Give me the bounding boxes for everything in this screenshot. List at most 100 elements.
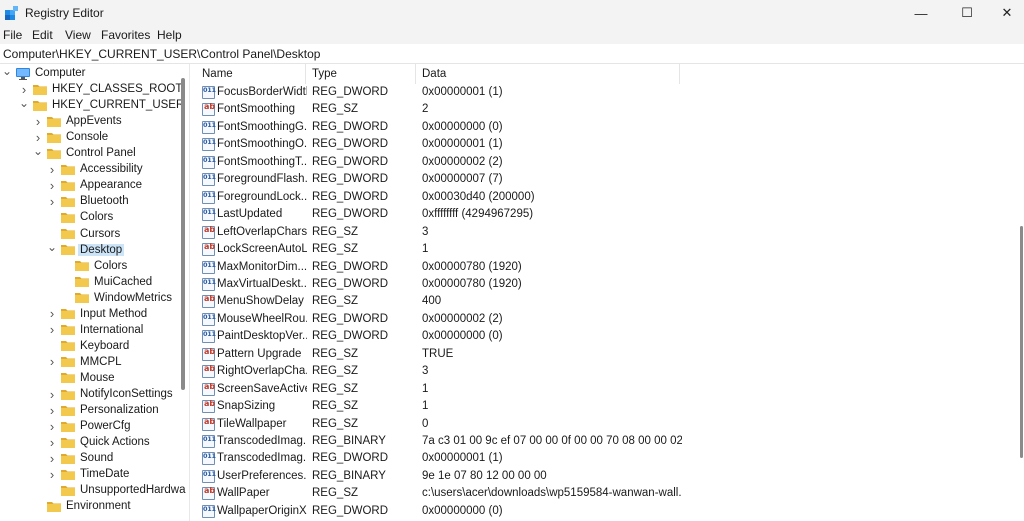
value-row[interactable]: SnapSizing REG_SZ 1: [196, 398, 1024, 416]
tree-item-accessibility[interactable]: › Accessibility: [47, 161, 143, 177]
binary-value-icon: [202, 260, 216, 274]
value-row[interactable]: LockScreenAutoL... REG_SZ 1: [196, 241, 1024, 259]
tree-item-mmcpl[interactable]: › MMCPL: [47, 354, 122, 370]
menu-edit[interactable]: Edit: [32, 28, 53, 42]
chevron-right-icon[interactable]: ›: [47, 177, 57, 193]
menu-file[interactable]: File: [3, 28, 22, 42]
value-row[interactable]: ForegroundLock... REG_DWORD 0x00030d40 (20…: [196, 189, 1024, 207]
binary-value-icon: [202, 435, 216, 448]
tree-item-label: Console: [66, 131, 109, 144]
value-row[interactable]: MaxMonitorDim... REG_DWORD 0x00000780 (192…: [196, 259, 1024, 277]
chevron-right-icon[interactable]: ›: [47, 386, 57, 402]
pane-splitter[interactable]: [189, 64, 195, 521]
chevron-right-icon[interactable]: ›: [47, 402, 57, 418]
value-row[interactable]: FontSmoothingG... REG_DWORD 0x00000000 (0): [196, 119, 1024, 137]
value-name: LastUpdated: [217, 208, 283, 221]
values-scrollbar[interactable]: [1020, 226, 1023, 458]
tree-item-appevents[interactable]: › AppEvents: [33, 113, 122, 129]
value-row[interactable]: FontSmoothing REG_SZ 2: [196, 101, 1024, 119]
chevron-right-icon[interactable]: ›: [47, 418, 57, 434]
chevron-right-icon[interactable]: ›: [47, 161, 57, 177]
tree-item-quick-actions[interactable]: › Quick Actions: [47, 434, 150, 450]
value-row[interactable]: TranscodedImag... REG_BINARY 7a c3 01 00 9…: [196, 433, 1024, 451]
tree-item-input-method[interactable]: › Input Method: [47, 306, 147, 322]
column-header-data[interactable]: Data: [416, 64, 680, 84]
value-data: 3: [422, 365, 429, 378]
value-type: REG_SZ: [312, 365, 359, 378]
value-name: FontSmoothingT...: [217, 155, 307, 168]
value-row[interactable]: TranscodedImag... REG_DWORD 0x00000001 (1): [196, 450, 1024, 468]
chevron-right-icon[interactable]: ›: [47, 450, 57, 466]
value-row[interactable]: TileWallpaper REG_SZ 0: [196, 416, 1024, 434]
value-row[interactable]: LeftOverlapChars REG_SZ 3: [196, 224, 1024, 242]
menu-view[interactable]: View: [65, 28, 91, 42]
value-row[interactable]: MouseWheelRou... REG_DWORD 0x00000002 (2): [196, 311, 1024, 329]
tree-item-unsupportedhardwa[interactable]: UnsupportedHardwa: [47, 482, 185, 498]
chevron-down-icon[interactable]: ⌄: [33, 143, 43, 159]
tree-item-international[interactable]: › International: [47, 322, 143, 338]
value-type: REG_SZ: [312, 347, 359, 360]
tree-item-powercfg[interactable]: › PowerCfg: [47, 418, 131, 434]
tree-item-control-panel[interactable]: ⌄ Control Panel: [33, 143, 136, 161]
value-row[interactable]: ScreenSaveActive REG_SZ 1: [196, 381, 1024, 399]
value-row[interactable]: UserPreferences... REG_BINARY 9e 1e 07 80 …: [196, 468, 1024, 486]
value-data: 3: [422, 225, 429, 238]
tree-item-environment[interactable]: Environment: [33, 498, 131, 514]
tree-item-personalization[interactable]: › Personalization: [47, 402, 159, 418]
value-row[interactable]: ForegroundFlash... REG_DWORD 0x00000007 (7…: [196, 171, 1024, 189]
tree-item-timedate[interactable]: › TimeDate: [47, 466, 130, 482]
tree-item-hkey-classes-root[interactable]: › HKEY_CLASSES_ROOT: [19, 81, 183, 97]
value-row[interactable]: MenuShowDelay REG_SZ 400: [196, 293, 1024, 311]
tree-item-muicached[interactable]: MuiCached: [61, 274, 152, 290]
tree-item-label: Desktop: [78, 243, 125, 256]
menu-help[interactable]: Help: [157, 28, 182, 42]
chevron-down-icon[interactable]: ⌄: [19, 95, 29, 111]
value-row[interactable]: FocusBorderWidth REG_DWORD 0x00000001 (1): [196, 84, 1024, 102]
values-list[interactable]: Name Type Data FocusBorderWidth REG_DWORD…: [196, 64, 1024, 521]
value-row[interactable]: WallPaper REG_SZ c:\users\acer\downloads\w…: [196, 485, 1024, 503]
tree-item-sound[interactable]: › Sound: [47, 450, 113, 466]
tree-item-console[interactable]: › Console: [33, 129, 108, 145]
value-row[interactable]: RightOverlapCha... REG_SZ 3: [196, 363, 1024, 381]
tree-item-colors[interactable]: Colors: [47, 209, 113, 225]
value-row[interactable]: FontSmoothingT... REG_DWORD 0x00000002 (2): [196, 154, 1024, 172]
chevron-down-icon[interactable]: ⌄: [2, 64, 12, 79]
value-row[interactable]: PaintDesktopVer... REG_DWORD 0x00000000 (0…: [196, 328, 1024, 346]
tree-item-colors[interactable]: Colors: [61, 258, 127, 274]
value-row[interactable]: WallpaperOriginX REG_DWORD 0x00000000 (0): [196, 503, 1024, 521]
tree-item-appearance[interactable]: › Appearance: [47, 177, 142, 193]
tree-item-mouse[interactable]: Mouse: [47, 370, 115, 386]
chevron-right-icon[interactable]: ›: [47, 466, 57, 482]
minimize-button[interactable]: —: [898, 0, 944, 26]
value-row[interactable]: FontSmoothingO... REG_DWORD 0x00000001 (1): [196, 136, 1024, 154]
value-row[interactable]: MaxVirtualDeskt... REG_DWORD 0x00000780 (1…: [196, 276, 1024, 294]
tree-item-label: Computer: [35, 67, 86, 79]
column-header-type[interactable]: Type: [306, 64, 416, 84]
column-header-name[interactable]: Name: [196, 64, 306, 84]
address-bar[interactable]: Computer\HKEY_CURRENT_USER\Control Panel…: [0, 44, 1024, 64]
value-row[interactable]: Pattern Upgrade REG_SZ TRUE: [196, 346, 1024, 364]
tree-item-windowmetrics[interactable]: WindowMetrics: [61, 290, 172, 306]
chevron-right-icon[interactable]: ›: [47, 322, 57, 338]
tree-item-notifyiconsettings[interactable]: › NotifyIconSettings: [47, 386, 173, 402]
close-button[interactable]: ✕: [990, 0, 1024, 26]
chevron-right-icon[interactable]: ›: [47, 306, 57, 322]
maximize-button[interactable]: ☐: [944, 0, 990, 26]
key-tree[interactable]: ⌄ Computer › HKEY_CLASSES_ROOT ⌄ HKEY_CURRENT…: [0, 64, 188, 521]
chevron-right-icon[interactable]: ›: [47, 434, 57, 450]
chevron-down-icon[interactable]: ⌄: [47, 239, 57, 255]
chevron-right-icon[interactable]: ›: [47, 354, 57, 370]
tree-item-keyboard[interactable]: Keyboard: [47, 338, 129, 354]
tree-item-hkey-current-user[interactable]: ⌄ HKEY_CURRENT_USER: [19, 95, 184, 113]
chevron-right-icon[interactable]: ›: [33, 113, 43, 129]
tree-item-computer[interactable]: ⌄ Computer: [2, 64, 86, 81]
tree-item-cursors[interactable]: Cursors: [47, 226, 120, 242]
menu-favorites[interactable]: Favorites: [101, 28, 150, 42]
value-row[interactable]: LastUpdated REG_DWORD 0xffffffff (42949672…: [196, 206, 1024, 224]
tree-item-bluetooth[interactable]: › Bluetooth: [47, 193, 129, 209]
address-path[interactable]: Computer\HKEY_CURRENT_USER\Control Panel…: [3, 47, 320, 61]
tree-scrollbar[interactable]: [181, 78, 185, 390]
chevron-right-icon[interactable]: ›: [47, 193, 57, 209]
tree-item-desktop[interactable]: ⌄ Desktop: [47, 239, 125, 258]
